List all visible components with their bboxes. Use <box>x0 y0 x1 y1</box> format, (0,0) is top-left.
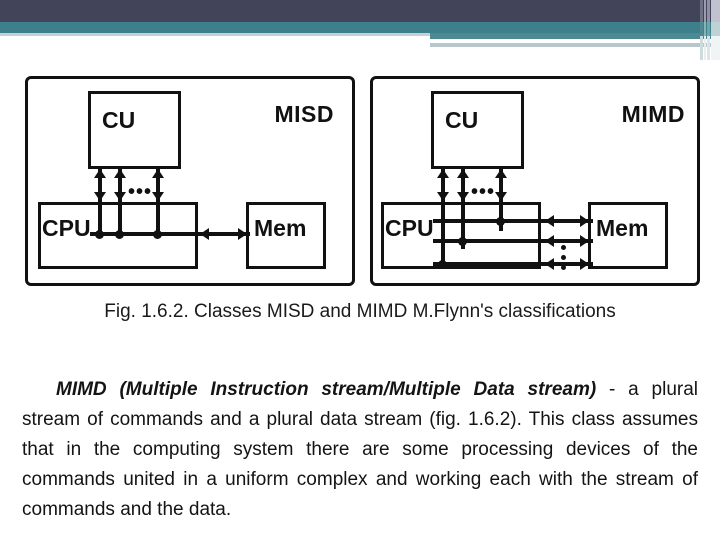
banner-vertical-bar-9 <box>700 36 703 60</box>
banner-band-dark <box>0 0 712 22</box>
cpu-label-mimd: CPU <box>385 215 434 241</box>
banner-vertical-bar-10 <box>704 36 706 60</box>
wire-cu-cpu-1-misd <box>98 169 102 237</box>
arrow-left-mem-2-mimd <box>545 235 554 247</box>
junction-dot-2-mimd <box>458 237 467 246</box>
ellipsis-horizontal-mimd: ••• <box>471 181 496 203</box>
arrow-up-1-misd <box>94 169 106 178</box>
panel-title-mimd: MIMD <box>621 101 685 127</box>
arrow-right-mem-misd <box>238 228 247 240</box>
arrow-down-1-mimd <box>437 192 449 201</box>
wire-cu-cpu-2-misd <box>118 169 122 237</box>
body-paragraph-lead: MIMD (Multiple Instruction stream/Multip… <box>56 379 597 400</box>
banner-band-white-left <box>0 36 430 39</box>
ellipsis-horizontal-misd: ••• <box>128 181 153 203</box>
banner-band-gray-right <box>430 43 712 47</box>
arrow-right-mem-2-mimd <box>580 235 589 247</box>
arrow-left-mem-misd <box>200 228 209 240</box>
arrow-down-3-misd <box>152 192 164 201</box>
figure-diagram: MISD CU CPU Mem ••• MIMD CU CPU Mem ••• <box>0 68 720 293</box>
banner-band-teal <box>0 22 712 33</box>
arrow-left-mem-3-mimd <box>545 258 554 270</box>
arrow-down-1-misd <box>94 192 106 201</box>
arrow-right-mem-1-mimd <box>580 215 589 227</box>
arrow-up-2-misd <box>114 169 126 178</box>
arrow-up-2-mimd <box>457 169 469 178</box>
arrow-up-3-mimd <box>495 169 507 178</box>
wire-cpu-mem-bus-misd <box>90 232 250 236</box>
panel-title-misd: MISD <box>274 101 334 127</box>
cpu-label-misd: CPU <box>42 215 91 241</box>
cu-label-misd: CU <box>102 107 136 133</box>
ellipsis-vertical-mimd <box>561 245 566 275</box>
cu-label-mimd: CU <box>445 107 479 133</box>
arrow-right-mem-3-mimd <box>580 258 589 270</box>
banner-vertical-bar-12 <box>711 36 720 60</box>
top-banner <box>0 0 720 60</box>
arrow-up-1-mimd <box>437 169 449 178</box>
diagram-panel-mimd: MIMD CU CPU Mem ••• <box>370 76 700 286</box>
junction-dot-1-misd <box>95 230 104 239</box>
body-paragraph-rest: - a plural stream of commands and a plur… <box>22 379 698 520</box>
wire-cu-cpu-1-mimd <box>441 169 445 264</box>
wire-cpu-mem-bus-3-mimd <box>433 262 593 266</box>
wire-cu-cpu-3-misd <box>156 169 160 237</box>
diagram-panel-misd: MISD CU CPU Mem ••• <box>25 76 355 286</box>
junction-dot-1-mimd <box>496 217 505 226</box>
arrow-down-3-mimd <box>495 192 507 201</box>
wire-cpu-mem-bus-2-mimd <box>433 239 593 243</box>
body-paragraph: MIMD (Multiple Instruction stream/Multip… <box>22 375 698 525</box>
junction-dot-3-mimd <box>438 260 447 269</box>
banner-vertical-bar-11 <box>707 36 710 60</box>
mem-label-mimd: Mem <box>596 215 649 241</box>
arrow-down-2-mimd <box>457 192 469 201</box>
arrow-left-mem-1-mimd <box>545 215 554 227</box>
figure-caption: Fig. 1.6.2. Classes MISD and MIMD M.Flyn… <box>104 301 616 322</box>
arrow-down-2-misd <box>114 192 126 201</box>
junction-dot-3-misd <box>153 230 162 239</box>
wire-cpu-mem-bus-1-mimd <box>433 219 593 223</box>
mem-label-misd: Mem <box>254 215 307 241</box>
arrow-up-3-misd <box>152 169 164 178</box>
junction-dot-2-misd <box>115 230 124 239</box>
